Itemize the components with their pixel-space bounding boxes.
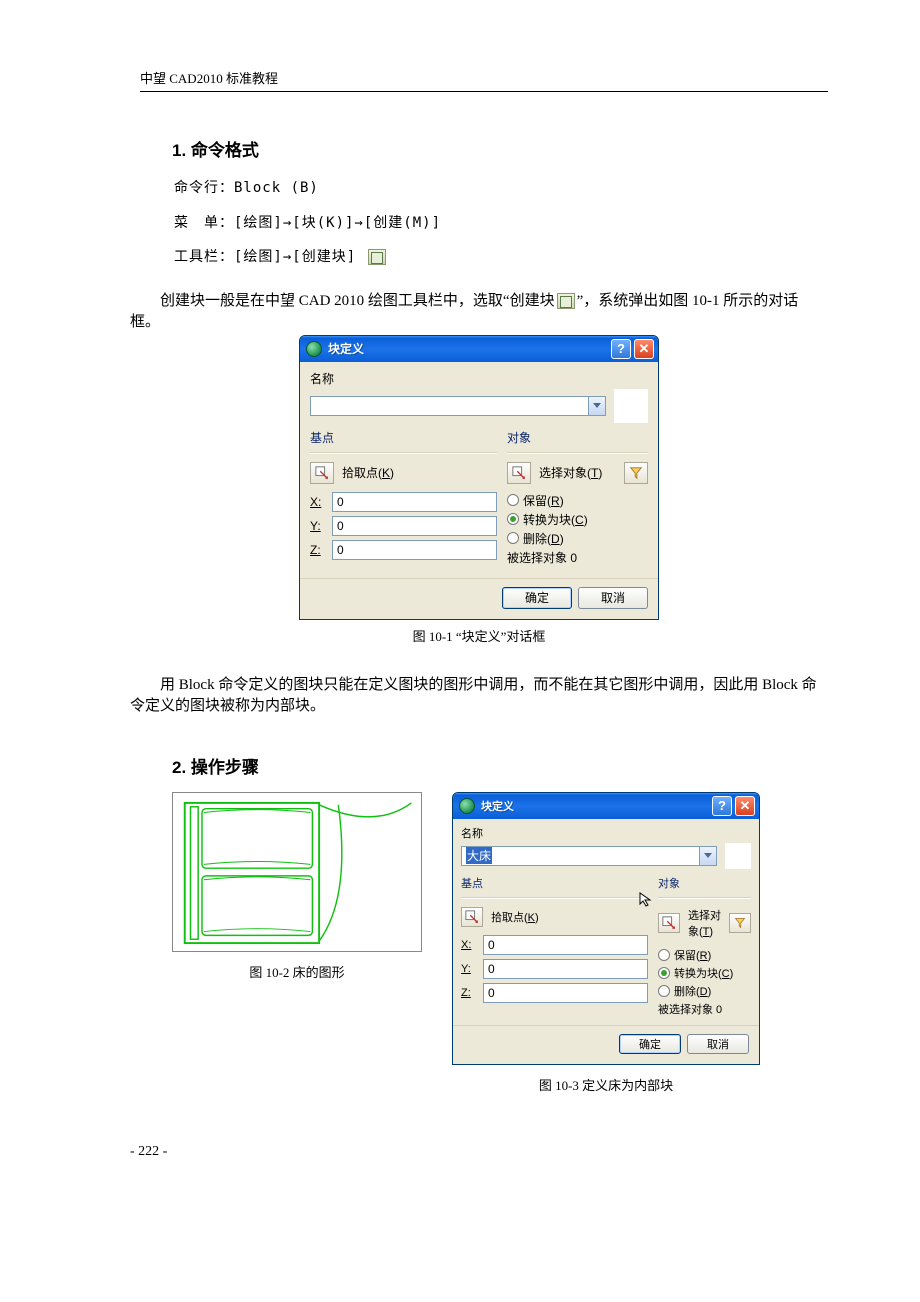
paragraph-2: 用 Block 命令定义的图块只能在定义图块的图形中调用，而不能在其它图形中调用… bbox=[130, 673, 828, 715]
y-input[interactable] bbox=[332, 516, 497, 536]
menu-line: 菜 单：[绘图]→[块(K)]→[创建(M)] bbox=[174, 210, 828, 237]
name-combo[interactable]: 大床 bbox=[461, 846, 717, 866]
x-input[interactable] bbox=[483, 935, 648, 955]
cmd-line: 命令行：Block (B) bbox=[174, 175, 828, 202]
z-label: Z: bbox=[310, 543, 326, 557]
convert-radio[interactable]: 转换为块(C) bbox=[507, 511, 648, 528]
select-objects-button[interactable] bbox=[658, 913, 680, 933]
block-preview bbox=[614, 389, 648, 423]
retain-radio[interactable]: 保留(R) bbox=[507, 492, 648, 509]
figure-10-2-caption: 图 10-2 床的图形 bbox=[249, 962, 344, 981]
section-2-title: 2. 操作步骤 bbox=[172, 753, 828, 778]
z-input[interactable] bbox=[332, 540, 497, 560]
figure-10-3-caption: 图 10-3 定义床为内部块 bbox=[539, 1075, 673, 1094]
chevron-down-icon bbox=[704, 853, 712, 858]
help-button[interactable]: ? bbox=[611, 339, 631, 359]
convert-radio[interactable]: 转换为块(C) bbox=[658, 965, 751, 981]
dialog-titlebar[interactable]: 块定义 ? ✕ bbox=[300, 336, 658, 362]
name-input[interactable] bbox=[310, 396, 588, 416]
name-dropdown-button[interactable] bbox=[588, 396, 606, 416]
selected-count: 被选择对象 0 bbox=[507, 549, 648, 566]
block-definition-dialog-2: 块定义 ? ✕ 名称 大床 基点 bbox=[452, 792, 760, 1065]
app-icon bbox=[306, 341, 322, 357]
figure-10-1-caption: 图 10-1 “块定义”对话框 bbox=[130, 626, 828, 645]
create-block-icon bbox=[368, 249, 386, 265]
ok-button[interactable]: 确定 bbox=[502, 587, 572, 609]
pick-point-icon bbox=[465, 910, 479, 924]
cancel-button[interactable]: 取消 bbox=[578, 587, 648, 609]
funnel-icon bbox=[734, 917, 746, 929]
z-label: Z: bbox=[461, 987, 477, 999]
select-objects-label: 选择对象(T) bbox=[688, 907, 721, 939]
page-header: 中望 CAD2010 标准教程 bbox=[140, 68, 828, 92]
pick-point-label: 拾取点(K) bbox=[491, 909, 648, 925]
name-dropdown-button[interactable] bbox=[699, 846, 717, 866]
delete-radio[interactable]: 删除(D) bbox=[658, 983, 751, 999]
chevron-down-icon bbox=[593, 403, 601, 408]
page-number: - 222 - bbox=[130, 1144, 828, 1160]
paragraph-1: 创建块一般是在中望 CAD 2010 绘图工具栏中，选取“创建块”，系统弹出如图… bbox=[130, 289, 828, 331]
x-input[interactable] bbox=[332, 492, 497, 512]
dialog-title: 块定义 bbox=[481, 798, 709, 814]
create-block-icon bbox=[557, 293, 575, 309]
bed-drawing bbox=[172, 792, 422, 952]
name-label: 名称 bbox=[310, 370, 648, 387]
close-button[interactable]: ✕ bbox=[634, 339, 654, 359]
dialog-title: 块定义 bbox=[328, 340, 608, 357]
z-input[interactable] bbox=[483, 983, 648, 1003]
y-label: Y: bbox=[461, 963, 477, 975]
x-label: X: bbox=[461, 939, 477, 951]
pick-point-label: 拾取点(K) bbox=[342, 464, 497, 481]
block-definition-dialog: 块定义 ? ✕ 名称 基点 bbox=[299, 335, 659, 620]
pick-point-button[interactable] bbox=[461, 907, 483, 927]
cancel-button[interactable]: 取消 bbox=[687, 1034, 749, 1054]
select-objects-icon bbox=[662, 916, 676, 930]
y-label: Y: bbox=[310, 519, 326, 533]
funnel-icon bbox=[629, 466, 643, 480]
x-label: X: bbox=[310, 495, 326, 509]
toolbar-line: 工具栏：[绘图]→[创建块] bbox=[174, 244, 828, 271]
select-objects-icon bbox=[512, 466, 526, 480]
basepoint-group-label: 基点 bbox=[310, 429, 497, 450]
basepoint-group-label: 基点 bbox=[461, 875, 648, 895]
objects-group-label: 对象 bbox=[507, 429, 648, 450]
quick-select-button[interactable] bbox=[729, 913, 751, 933]
ok-button[interactable]: 确定 bbox=[619, 1034, 681, 1054]
dialog-titlebar[interactable]: 块定义 ? ✕ bbox=[453, 793, 759, 819]
pick-point-icon bbox=[315, 466, 329, 480]
selected-count: 被选择对象 0 bbox=[658, 1001, 751, 1017]
close-button[interactable]: ✕ bbox=[735, 796, 755, 816]
cursor-arrow-icon bbox=[638, 891, 654, 907]
name-combo[interactable] bbox=[310, 396, 606, 416]
select-objects-button[interactable] bbox=[507, 462, 531, 484]
pick-point-button[interactable] bbox=[310, 462, 334, 484]
delete-radio[interactable]: 删除(D) bbox=[507, 530, 648, 547]
name-label: 名称 bbox=[461, 825, 751, 841]
name-input[interactable]: 大床 bbox=[461, 846, 699, 866]
section-1-title: 1. 命令格式 bbox=[172, 136, 828, 161]
help-button[interactable]: ? bbox=[712, 796, 732, 816]
app-icon bbox=[459, 798, 475, 814]
objects-group-label: 对象 bbox=[658, 875, 751, 895]
select-objects-label: 选择对象(T) bbox=[539, 464, 616, 481]
y-input[interactable] bbox=[483, 959, 648, 979]
retain-radio[interactable]: 保留(R) bbox=[658, 947, 751, 963]
block-preview bbox=[725, 843, 751, 869]
quick-select-button[interactable] bbox=[624, 462, 648, 484]
